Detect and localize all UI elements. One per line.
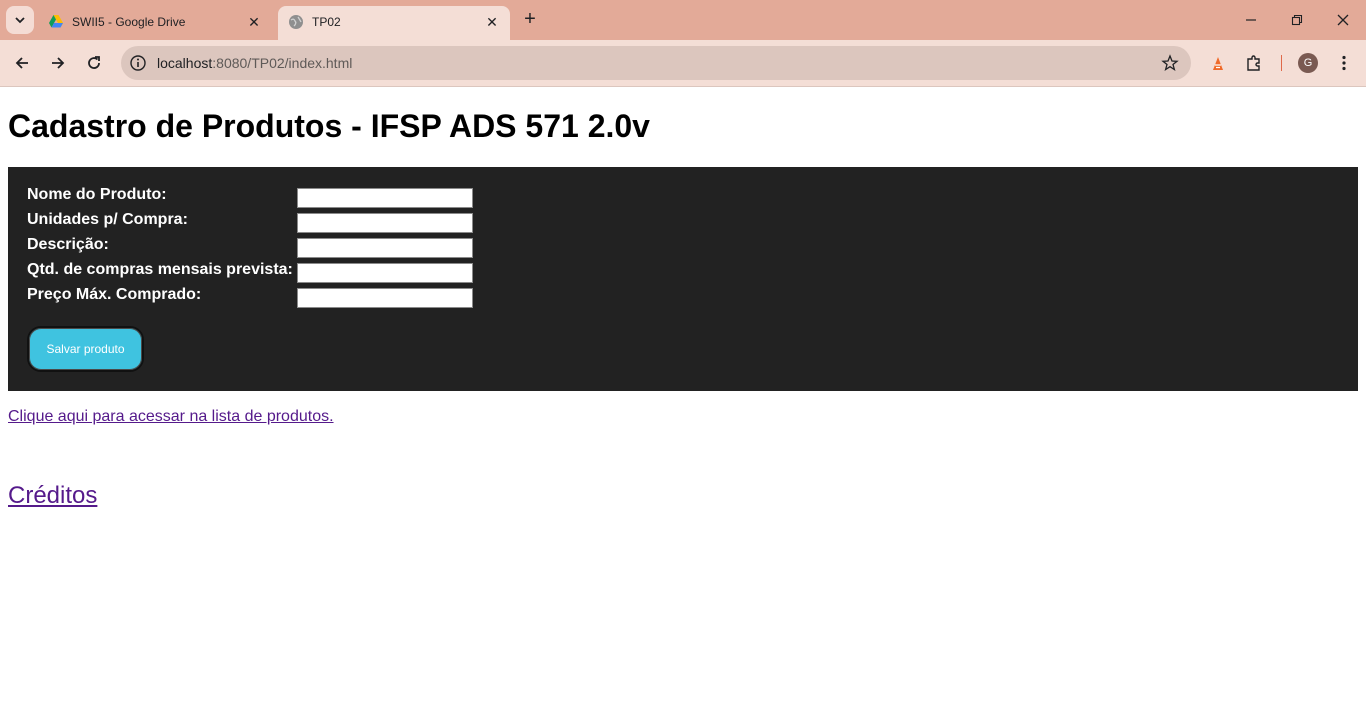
field-label: Qtd. de compras mensais prevista:: [27, 261, 293, 278]
more-vert-icon: [1342, 55, 1346, 71]
profile-avatar[interactable]: G: [1298, 53, 1318, 73]
browser-toolbar: localhost:8080/TP02/index.html G: [0, 40, 1366, 87]
restore-button[interactable]: [1274, 6, 1320, 34]
minimize-icon: [1246, 19, 1256, 21]
close-window-button[interactable]: [1320, 6, 1366, 34]
url-host: localhost: [157, 55, 213, 71]
arrow-right-icon: [52, 57, 65, 69]
back-button[interactable]: [8, 49, 36, 77]
arrow-left-icon: [15, 57, 28, 69]
page-title: Cadastro de Produtos - IFSP ADS 571 2.0v: [8, 108, 650, 144]
save-button[interactable]: Salvar produto: [27, 326, 144, 372]
tab-search-button[interactable]: [6, 6, 34, 34]
url-text: localhost:8080/TP02/index.html: [157, 55, 352, 71]
tab-strip: SWII5 - Google Drive ✕ TP02 ✕ +: [0, 0, 1366, 40]
address-bar[interactable]: localhost:8080/TP02/index.html: [121, 46, 1191, 80]
product-list-link[interactable]: Clique aqui para acessar na lista de pro…: [8, 408, 334, 426]
url-path: :8080/TP02/index.html: [212, 55, 353, 71]
tab-tp02[interactable]: TP02 ✕: [278, 6, 510, 40]
extensions-button[interactable]: [1244, 53, 1264, 73]
unidades-compra-input[interactable]: [297, 213, 473, 233]
new-tab-button[interactable]: +: [518, 8, 542, 32]
field-label: Preço Máx. Comprado:: [27, 286, 202, 303]
field-label: Descrição:: [27, 236, 109, 253]
product-form: Nome do Produto: Unidades p/ Compra: Des…: [8, 167, 1358, 391]
tab-title: TP02: [312, 15, 341, 29]
menu-button[interactable]: [1334, 53, 1354, 73]
chevron-down-icon: [15, 17, 25, 24]
descricao-input[interactable]: [297, 238, 473, 258]
forward-button[interactable]: [44, 49, 72, 77]
tab-title: SWII5 - Google Drive: [72, 15, 186, 29]
minimize-button[interactable]: [1228, 6, 1274, 34]
credits-link[interactable]: Créditos: [8, 482, 97, 510]
page-content: Cadastro de Produtos - IFSP ADS 571 2.0v…: [0, 88, 1366, 720]
close-tab-icon[interactable]: ✕: [484, 14, 500, 30]
bookmark-star-icon[interactable]: [1161, 54, 1179, 72]
qtd-compras-input[interactable]: [297, 263, 473, 283]
info-icon[interactable]: [129, 54, 147, 72]
field-label: Unidades p/ Compra:: [27, 211, 188, 228]
extension-fox-icon[interactable]: [1208, 53, 1228, 73]
toolbar-separator: [1281, 55, 1282, 71]
globe-icon: [289, 15, 303, 29]
puzzle-icon: [1247, 55, 1260, 71]
reload-button[interactable]: [80, 49, 108, 77]
google-drive-icon: [49, 15, 63, 28]
field-label: Nome do Produto:: [27, 186, 167, 203]
fox-icon: [1213, 57, 1223, 70]
nome-produto-input[interactable]: [297, 188, 473, 208]
tab-google-drive[interactable]: SWII5 - Google Drive ✕: [38, 6, 272, 40]
close-tab-icon[interactable]: ✕: [246, 14, 262, 30]
preco-max-input[interactable]: [297, 288, 473, 308]
restore-icon: [1291, 14, 1303, 26]
reload-icon: [88, 56, 100, 69]
close-icon: [1337, 14, 1349, 26]
